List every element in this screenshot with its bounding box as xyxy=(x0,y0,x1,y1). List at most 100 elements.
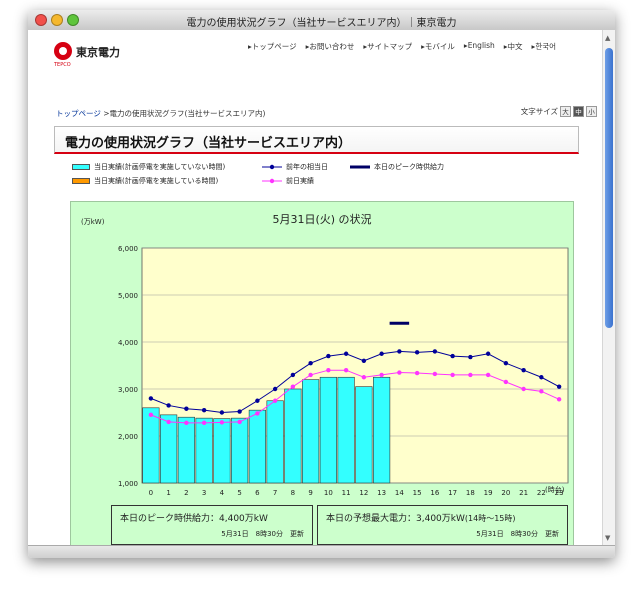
text-size-small-button[interactable]: 小 xyxy=(586,106,597,117)
series-point xyxy=(539,389,544,394)
series-point xyxy=(432,349,438,354)
series-point xyxy=(237,409,242,414)
series-point xyxy=(326,353,331,359)
nav-chinese[interactable]: ▸中文 xyxy=(504,41,523,52)
bar xyxy=(284,388,302,484)
x-tick-label: 6 xyxy=(255,489,260,497)
bar xyxy=(319,376,337,484)
series-point xyxy=(343,351,349,356)
legend-label-actual-no-outage: 当日実績(計画停電を実施していない時間) xyxy=(94,163,226,171)
breadcrumb-current: 電力の使用状況グラフ(当社サービスエリア内) xyxy=(109,109,266,118)
bar xyxy=(213,418,231,484)
status-bar xyxy=(28,545,615,558)
peak-supply-update: 5月31日 8時30分 更新 xyxy=(221,530,304,538)
breadcrumb: トップページ >電力の使用状況グラフ(当社サービスエリア内) xyxy=(56,108,265,119)
nav-english[interactable]: ▸English xyxy=(464,41,495,52)
x-tick-label: 20 xyxy=(501,489,510,497)
series-point xyxy=(201,420,207,426)
legend-label-last-year: 前年の相当日 xyxy=(286,163,328,171)
bar xyxy=(177,416,195,484)
title-bar: 電力の使用状況グラフ（当社サービスエリア内）｜東京電力 xyxy=(28,10,615,31)
series-point xyxy=(414,350,420,355)
bar xyxy=(195,417,213,484)
x-tick-label: 16 xyxy=(430,489,439,497)
forecast-box: 本日の予想最大電力：3,400万kW(14時～15時) 5月31日 8時30分 … xyxy=(317,505,568,545)
y-tick-label: 5,000 xyxy=(118,292,138,300)
x-tick-label: 0 xyxy=(149,489,153,497)
x-tick-label: 21 xyxy=(519,489,528,497)
scroll-down-icon[interactable]: ▼ xyxy=(605,534,610,542)
legend-last-year: 前年の相当日 xyxy=(262,162,328,172)
legend-swatch-orange xyxy=(72,178,90,184)
nav-korean[interactable]: ▸한국어 xyxy=(532,41,556,52)
nav-contact[interactable]: ▸お問い合わせ xyxy=(306,41,355,52)
scroll-up-icon[interactable]: ▲ xyxy=(605,34,610,42)
series-point xyxy=(308,360,313,366)
logo-text[interactable]: 東京電力 xyxy=(76,44,120,60)
series-point xyxy=(166,403,171,408)
series-point xyxy=(184,420,189,426)
x-tick-label: 12 xyxy=(359,489,368,497)
series-point xyxy=(521,368,526,373)
tepco-logo-icon[interactable] xyxy=(54,42,72,60)
series-point xyxy=(290,384,296,389)
bar xyxy=(231,417,249,484)
chart-container: 5月31日(火) の状況 (万kW) 1,000 2,000 3,000 4,000 5… xyxy=(70,201,574,546)
series-point xyxy=(556,397,562,402)
x-tick-label: 2 xyxy=(184,489,188,497)
series-point xyxy=(414,370,420,376)
x-tick-label: 13 xyxy=(377,489,386,497)
x-tick-label: 17 xyxy=(448,489,457,497)
bar xyxy=(142,407,160,484)
breadcrumb-home-link[interactable]: トップページ xyxy=(56,109,101,118)
x-tick-label: 8 xyxy=(291,489,295,497)
series-point xyxy=(272,386,278,392)
legend-label-actual-outage: 当日実績(計画停電を実施している時間) xyxy=(94,177,219,185)
y-tick-label: 6,000 xyxy=(118,245,138,253)
series-point xyxy=(148,412,154,418)
logo-subtext: TEPCO xyxy=(54,62,71,68)
series-point xyxy=(468,372,473,378)
x-tick-label: 15 xyxy=(413,489,422,497)
legend-label-peak-supply: 本日のピーク時供給力 xyxy=(374,163,444,171)
series-point xyxy=(255,411,260,416)
scrollbar-thumb[interactable] xyxy=(605,48,613,328)
vertical-scrollbar[interactable]: ▲ ▼ xyxy=(602,30,615,546)
series-point xyxy=(326,368,331,373)
series-point xyxy=(201,407,207,413)
series-point xyxy=(556,384,562,389)
nav-sitemap[interactable]: ▸サイトマップ xyxy=(363,41,412,52)
page-title-box: 電力の使用状況グラフ（当社サービスエリア内） xyxy=(54,126,579,154)
x-tick-label: 7 xyxy=(273,489,277,497)
legend-peak-supply: 本日のピーク時供給力 xyxy=(350,162,444,172)
series-point xyxy=(485,351,491,356)
x-tick-label: 1 xyxy=(166,489,170,497)
series-point xyxy=(485,372,491,378)
series-point xyxy=(450,353,455,359)
series-point xyxy=(539,375,544,380)
x-tick-label: 4 xyxy=(220,489,225,497)
series-point xyxy=(450,372,455,378)
y-tick-label: 3,000 xyxy=(118,386,138,394)
bar xyxy=(355,386,373,484)
bar xyxy=(266,400,284,484)
series-point xyxy=(219,420,225,425)
nav-mobile[interactable]: ▸モバイル xyxy=(421,41,455,52)
x-tick-label: 14 xyxy=(395,489,404,497)
text-size-large-button[interactable]: 大 xyxy=(560,106,571,117)
power-usage-chart: 1,0002,0003,0004,0005,0006,0000 1 2 3 4 5 6 7 8 9… xyxy=(118,245,569,497)
legend-swatch-cyan xyxy=(72,164,90,170)
nav-top-page[interactable]: ▸トップページ xyxy=(248,41,297,52)
text-size-control: 文字サイズ 大 中 小 xyxy=(521,106,597,117)
bar xyxy=(302,379,320,484)
text-size-medium-button[interactable]: 中 xyxy=(573,106,584,117)
x-tick-label: 18 xyxy=(466,489,475,497)
window-title: 電力の使用状況グラフ（当社サービスエリア内）｜東京電力 xyxy=(186,18,457,29)
browser-window: 電力の使用状況グラフ（当社サービスエリア内）｜東京電力 東京電力 TEPCO ▸… xyxy=(28,10,615,558)
series-point xyxy=(361,375,367,380)
legend-prev-day: 前日実績 xyxy=(262,176,314,186)
top-navigation: ▸トップページ ▸お問い合わせ ▸サイトマップ ▸モバイル ▸English ▸… xyxy=(248,41,565,52)
legend-label-prev-day: 前日実績 xyxy=(286,177,314,185)
series-point xyxy=(521,386,526,392)
page-content: 東京電力 TEPCO ▸トップページ ▸お問い合わせ ▸サイトマップ ▸モバイル… xyxy=(28,30,603,546)
